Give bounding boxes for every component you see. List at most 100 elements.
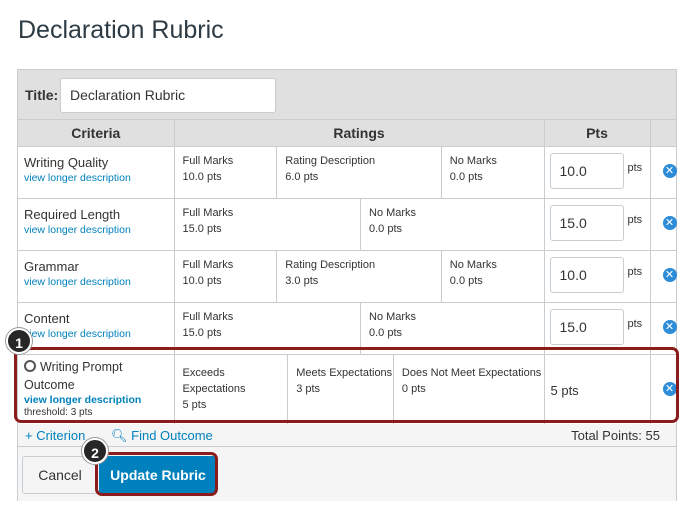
points-input[interactable]: 10.0 [549,256,624,293]
rating-points: 15.0 pts [182,222,222,235]
rating[interactable]: Full Marks 15.0 pts [175,198,361,250]
title-input[interactable]: Declaration Rubric [60,78,276,113]
rating-points: 0 pts [401,382,426,395]
pts-cell: 10.0 pts [543,145,651,199]
view-description-link[interactable]: view longer description [18,394,174,406]
rating-title: Does Not Meet Expectations [401,366,542,379]
rating[interactable]: Full Marks 15.0 pts [175,302,361,354]
rating[interactable]: No Marks 0.0 pts [442,251,544,302]
rating-title: Full Marks [182,310,234,323]
criterion-name: Required Length [24,206,121,222]
rating[interactable]: Full Marks 10.0 pts [175,250,278,302]
remove-icon[interactable]: ✕ [662,267,677,282]
criterion-cell: Required Length view longer description [18,197,175,251]
pts-cell: 15.0 pts [543,301,651,355]
table-row: Grammar view longer description Full Mar… [18,249,677,303]
pts-unit: pts [627,213,643,226]
rating-title: No Marks [449,154,497,167]
rating-title: Full Marks [182,258,234,271]
ratings-cell: Full Marks 10.0 pts Rating Description 3… [173,249,545,303]
rating-title: Rating Description [285,154,376,167]
criterion-name: Grammar [24,258,79,274]
rating[interactable]: Rating Description 3.0 pts [277,250,442,302]
rating-points: 0.0 pts [369,326,403,339]
view-description-link[interactable]: view longer description [18,274,174,288]
rating: Meets Expectations 3 pts [288,354,394,425]
criterion-cell: Content view longer description [18,301,175,355]
rating-points: 3.0 pts [285,274,319,287]
rating: Does Not Meet Expectations 0 pts [394,355,544,425]
rating-title: Meets Expectations [296,366,393,379]
rating[interactable]: Full Marks 10.0 pts [175,146,278,198]
pts-cell: 10.0 pts [543,249,651,303]
outcome-icon [24,359,36,372]
rating[interactable]: No Marks 0.0 pts [442,147,544,198]
rating-title: No Marks [369,310,417,323]
view-description-link[interactable]: view longer description [18,170,174,184]
rating-title: Full Marks [182,154,234,167]
rating-points: 0.0 pts [449,170,483,183]
ratings-cell: Full Marks 10.0 pts Rating Description 6… [173,145,545,199]
pts-unit: pts [627,161,643,174]
view-description-link[interactable]: view longer description [18,222,174,236]
rating-points: 10.0 pts [182,274,222,287]
callout-1: 1 [6,328,32,354]
outcome-name: Writing Prompt Outcome [24,359,123,392]
rating-points: 6.0 pts [285,170,319,183]
pts-header: Pts [543,120,651,147]
remove-cell: ✕ [649,353,677,426]
criterion-name: Content [24,310,70,326]
search-icon: 🔍︎ [111,428,128,443]
rating-title: No Marks [449,258,497,271]
rating-title: Rating Description [285,258,376,271]
criterion-cell: Writing Quality view longer description [18,145,175,199]
title-row: Title: Declaration Rubric [18,70,676,120]
remove-icon[interactable]: ✕ [662,215,677,230]
criterion-cell: Grammar view longer description [18,249,175,303]
rating-title: Exceeds Expectations [182,366,246,395]
rubric-table: Criteria Ratings Pts Writing Quality vie… [18,120,677,426]
rating: Exceeds Expectations 5 pts [175,354,289,425]
rating-points: 0.0 pts [369,222,403,235]
remove-cell: ✕ [649,301,677,355]
remove-icon[interactable]: ✕ [662,319,677,334]
callout-2: 2 [82,438,108,464]
remove-cell: ✕ [649,145,677,199]
pts-cell: 5 pts [543,353,651,426]
view-description-link[interactable]: view longer description [18,326,174,340]
pts-cell: 15.0 pts [543,197,651,251]
outcome-cell: Writing Prompt Outcome view longer descr… [18,353,175,426]
cancel-button[interactable]: Cancel [22,456,98,494]
rating[interactable]: No Marks 0.0 pts [361,199,544,250]
title-label: Title: [25,87,59,103]
points-input[interactable]: 15.0 [549,308,624,345]
table-row: Content view longer description Full Mar… [18,301,677,355]
points-input[interactable]: 10.0 [549,152,624,189]
remove-cell: ✕ [649,197,677,251]
rating[interactable]: No Marks 0.0 pts [361,303,544,354]
rating-points: 10.0 pts [182,170,222,183]
outcome-threshold: threshold: 3 pts [24,406,93,418]
rubric-editor: Title: Declaration Rubric Criteria Ratin… [17,69,677,501]
ratings-header: Ratings [173,120,545,147]
pts-unit: pts [627,317,643,330]
rating-title: No Marks [369,206,417,219]
update-rubric-button[interactable]: Update Rubric [99,456,217,494]
rating-points: 3 pts [296,382,321,395]
remove-icon[interactable]: ✕ [662,381,677,396]
ratings-cell: Exceeds Expectations 5 pts Meets Expecta… [173,353,545,426]
table-row: Writing Quality view longer description … [18,145,677,199]
table-row: Writing Prompt Outcome view longer descr… [18,353,677,426]
table-row: Required Length view longer description … [18,197,677,251]
actions-row: Cancel Update Rubric [18,446,676,501]
rating[interactable]: Rating Description 6.0 pts [277,146,442,198]
rating-points: 15.0 pts [182,326,222,339]
page-title: Declaration Rubric [18,16,224,44]
total-points: Total Points: 55 [571,428,660,443]
rating-points: 0.0 pts [449,274,483,287]
remove-icon[interactable]: ✕ [662,163,677,178]
add-criterion-button[interactable]: + Criterion [25,428,85,443]
points-input[interactable]: 15.0 [549,204,624,241]
rating-title: Full Marks [182,206,234,219]
find-outcome-button[interactable]: 🔍︎ Find Outcome [111,428,213,444]
